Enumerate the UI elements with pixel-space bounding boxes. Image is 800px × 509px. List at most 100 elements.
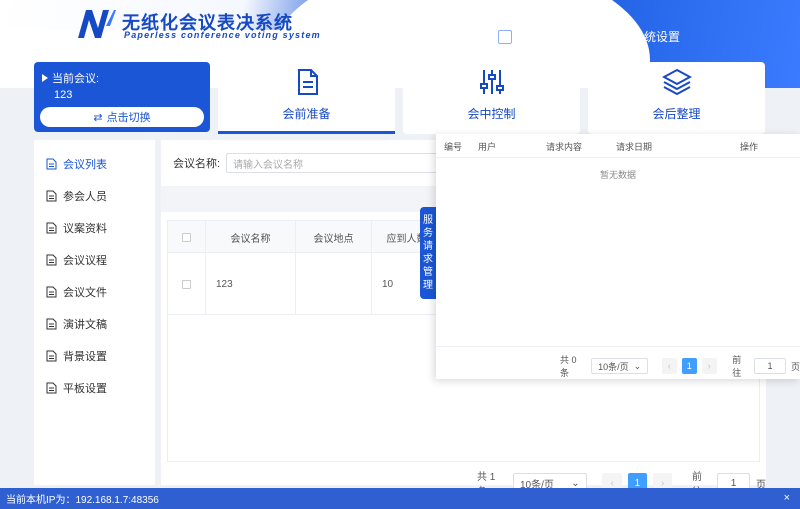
header-actions: ▾ 打开投影仪 系统设置 xyxy=(497,28,680,45)
tab-pre-meeting[interactable]: 会前准备 xyxy=(218,62,395,134)
file-icon xyxy=(46,382,57,394)
sidebar: 会议列表 参会人员 议案资料 会议议程 会议文件 演讲文稿 背景设置 平板设置 xyxy=(34,140,155,485)
column-header[interactable]: 用户 xyxy=(478,134,496,158)
page-number-button[interactable]: 1 xyxy=(681,358,697,374)
file-icon xyxy=(46,286,57,298)
layers-icon xyxy=(661,68,692,96)
search-bar: 会议名称: 请输入会议名称 xyxy=(173,153,457,173)
current-meeting-card: 当前会议: 123 ⇄ 点击切换 xyxy=(34,62,210,132)
empty-state-text: 暂无数据 xyxy=(599,170,636,180)
column-header[interactable]: 请求内容 xyxy=(546,134,582,158)
file-icon xyxy=(46,254,57,266)
app-subtitle: Paperless conference voting system xyxy=(124,30,321,40)
sidebar-item-label: 会议议程 xyxy=(63,255,107,267)
current-meeting-label: 当前会议: xyxy=(52,73,100,85)
cell-location xyxy=(296,253,372,315)
file-icon xyxy=(46,158,57,170)
close-icon[interactable]: × xyxy=(784,492,790,504)
sidebar-item-tablet[interactable]: 平板设置 xyxy=(46,380,107,396)
prev-page-button[interactable]: ‹ xyxy=(661,358,677,374)
search-placeholder: 请输入会议名称 xyxy=(233,159,304,171)
sidebar-item-agenda[interactable]: 会议议程 xyxy=(46,252,107,268)
switch-meeting-button[interactable]: ⇄ 点击切换 xyxy=(40,107,204,127)
service-request-tab[interactable]: 服 务 请 求 管 理 xyxy=(420,207,436,299)
tab-in-meeting[interactable]: 会中控制 xyxy=(403,62,580,134)
next-page-button[interactable]: › xyxy=(701,358,717,374)
tab-label: 会前准备 xyxy=(282,107,331,121)
column-header[interactable]: 操作 xyxy=(740,134,758,158)
page-size-value: 10条/页 xyxy=(598,361,629,372)
service-tab-char: 理 xyxy=(423,280,433,291)
column-header[interactable]: 会议名称 xyxy=(206,221,296,253)
service-tab-char: 务 xyxy=(423,228,433,239)
row-check-cell xyxy=(168,253,206,315)
file-icon xyxy=(46,222,57,234)
sidebar-item-attendees[interactable]: 参会人员 xyxy=(46,188,107,204)
sidebar-item-label: 会议列表 xyxy=(63,159,107,171)
chevron-down-icon: ⌄ xyxy=(633,360,642,371)
column-header[interactable]: 编号 xyxy=(444,134,462,158)
page-size-select[interactable]: 10条/页 ⌄ xyxy=(591,358,649,374)
chevron-right-icon: › xyxy=(660,477,665,489)
sidebar-item-label: 会议文件 xyxy=(63,287,107,299)
chevron-left-icon: ‹ xyxy=(610,477,614,489)
service-tab-char: 管 xyxy=(423,267,433,278)
cell-meeting-name: 123 xyxy=(206,253,296,315)
file-icon xyxy=(46,350,57,362)
sidebar-item-meeting-list[interactable]: 会议列表 xyxy=(46,156,107,172)
current-meeting-value: 123 xyxy=(54,89,73,101)
current-meeting-label-row: 当前会议: xyxy=(42,70,99,86)
swap-arrows-icon: ⇄ xyxy=(93,111,103,124)
service-request-panel: 编号 用户 请求内容 请求日期 操作 暂无数据 共 0 条 10条/页 ⌄ ‹ … xyxy=(436,134,800,379)
ip-status-text: 当前本机IP为：192.168.1.7:48356 xyxy=(6,495,159,506)
tab-label: 会后整理 xyxy=(652,107,701,121)
settings-label: 系统设置 xyxy=(631,30,680,44)
sidebar-item-files[interactable]: 会议文件 xyxy=(46,284,107,300)
page-suffix: 页 xyxy=(790,361,800,372)
sidebar-item-speeches[interactable]: 演讲文稿 xyxy=(46,316,107,332)
projector-icon xyxy=(524,31,538,43)
gear-icon xyxy=(615,31,627,42)
settings-button[interactable]: 系统设置 xyxy=(614,28,680,45)
search-label: 会议名称: xyxy=(173,158,221,170)
file-icon xyxy=(46,190,57,202)
app-logo-icon xyxy=(78,10,116,38)
play-triangle-icon xyxy=(42,74,48,82)
sidebar-item-proposals[interactable]: 议案资料 xyxy=(46,220,107,236)
status-bar: 当前本机IP为：192.168.1.7:48356 × xyxy=(0,488,800,509)
sliders-icon xyxy=(479,70,504,94)
sidebar-item-label: 议案资料 xyxy=(63,223,107,235)
panel-table-header: 编号 用户 请求内容 请求日期 操作 xyxy=(436,134,800,158)
tab-post-meeting[interactable]: 会后整理 xyxy=(588,62,765,134)
chevron-down-icon: ⌄ xyxy=(571,477,580,489)
sidebar-item-background[interactable]: 背景设置 xyxy=(46,348,107,364)
projector-label: 打开投影仪 xyxy=(541,30,602,44)
dropdown-toggle[interactable]: ▾ xyxy=(497,29,512,44)
service-tab-char: 求 xyxy=(423,254,433,265)
goto-label: 前往 xyxy=(732,355,742,378)
file-icon xyxy=(46,318,57,330)
column-header[interactable]: 请求日期 xyxy=(616,134,652,158)
chevron-left-icon: ‹ xyxy=(667,360,671,372)
chevron-down-icon: ▾ xyxy=(502,32,507,41)
sidebar-item-label: 演讲文稿 xyxy=(63,319,107,331)
select-all-checkbox[interactable] xyxy=(182,232,191,242)
sidebar-item-label: 平板设置 xyxy=(63,383,107,395)
service-tab-char: 服 xyxy=(423,215,433,226)
meeting-name-input[interactable]: 请输入会议名称 xyxy=(226,153,457,173)
panel-divider xyxy=(436,346,800,347)
projector-button[interactable]: 打开投影仪 xyxy=(524,28,602,45)
service-tab-char: 请 xyxy=(423,241,433,252)
sidebar-item-label: 背景设置 xyxy=(63,351,107,363)
panel-pagination: 共 0 条 10条/页 ⌄ ‹ 1 › 前往 1 页 xyxy=(560,353,800,379)
document-icon xyxy=(297,69,318,95)
tab-label: 会中控制 xyxy=(467,107,516,121)
goto-page-input[interactable]: 1 xyxy=(754,358,786,374)
column-header[interactable]: 会议地点 xyxy=(296,221,372,253)
chevron-right-icon: › xyxy=(707,360,711,372)
row-checkbox[interactable] xyxy=(182,279,191,289)
select-all-cell xyxy=(168,221,206,253)
sidebar-item-label: 参会人员 xyxy=(63,191,107,203)
switch-meeting-label: 点击切换 xyxy=(106,112,151,124)
total-count: 共 0 条 xyxy=(560,355,577,378)
